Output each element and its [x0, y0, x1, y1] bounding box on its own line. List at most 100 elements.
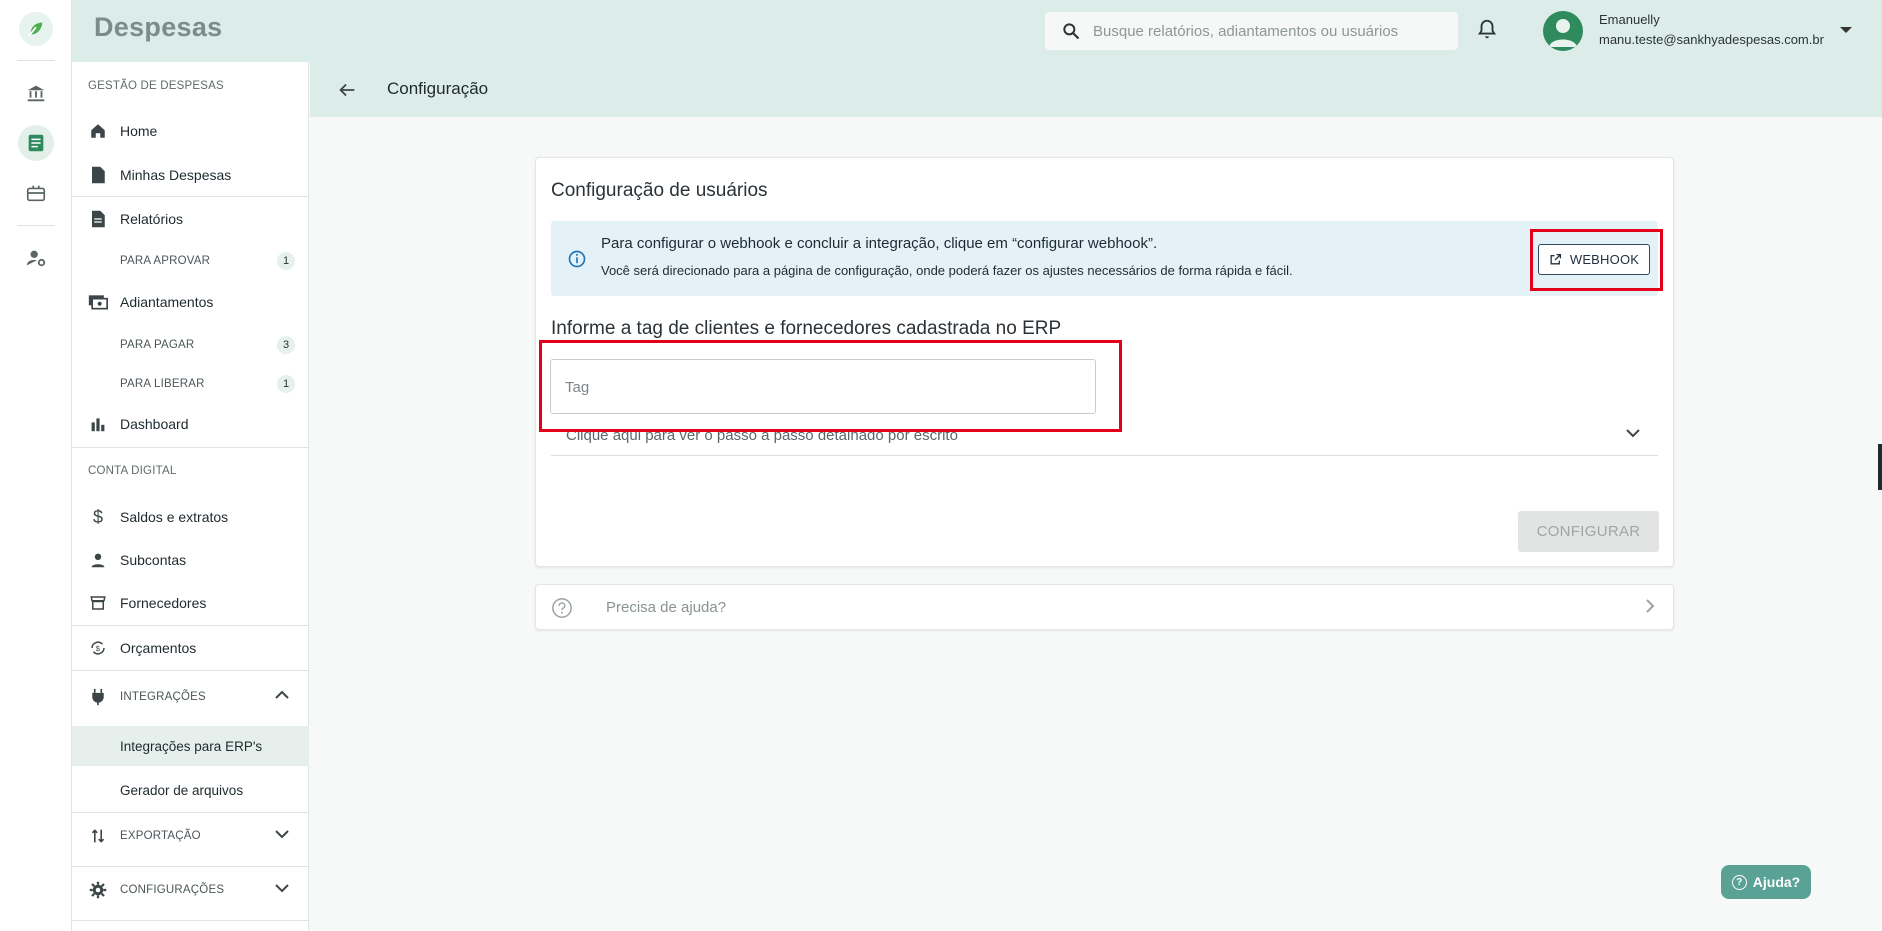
leaf-logo-icon [27, 22, 42, 37]
sidebar-item-label: Adiantamentos [120, 294, 214, 310]
user-settings-icon[interactable] [18, 240, 54, 276]
sidebar-item-budgets[interactable]: $ Orçamentos [72, 628, 309, 668]
help-card[interactable]: Precisa de ajuda? [535, 584, 1674, 630]
sidebar-group-integrations[interactable]: INTEGRAÇÕES [72, 676, 309, 718]
app-brand: Despesas [94, 12, 223, 42]
section-label-account: CONTA DIGITAL [88, 465, 177, 477]
window-edge-handle [1878, 444, 1882, 490]
expenses-list-icon[interactable] [17, 125, 54, 161]
page-header: Configuração [310, 62, 1882, 117]
home-icon [88, 121, 108, 141]
tag-input[interactable]: Tag [550, 359, 1096, 414]
sidebar-group-settings[interactable]: CONFIGURAÇÕES [72, 869, 309, 911]
dollar-icon: $ [92, 506, 103, 527]
webhook-button[interactable]: WEBHOOK [1538, 244, 1650, 275]
sidebar-group-label: CONFIGURAÇÕES [120, 884, 225, 896]
divider [72, 447, 309, 448]
icon-rail [0, 0, 72, 931]
sidebar-group-export[interactable]: EXPORTAÇÃO [72, 815, 309, 857]
sidebar-item-label: Saldos e extratos [120, 509, 229, 525]
sidebar-subitem-to-pay[interactable]: PARA PAGAR 3 [72, 328, 309, 362]
document-icon [88, 209, 108, 229]
configure-button[interactable]: CONFIGURAR [1518, 511, 1659, 552]
person-icon [88, 550, 108, 570]
sidebar-item-label: Minhas Despesas [120, 167, 232, 183]
arrow-back-icon[interactable] [336, 79, 358, 101]
sidebar-item-subaccounts[interactable]: Subcontas [72, 540, 309, 580]
caret-down-icon[interactable] [1840, 27, 1852, 33]
user-name[interactable]: Emanuelly [1599, 12, 1660, 27]
sidebar-subitem-label: PARA APROVAR [120, 255, 211, 267]
sidebar-item-label: Fornecedores [120, 595, 207, 611]
sidebar-item-my-expenses[interactable]: Minhas Despesas [72, 155, 309, 195]
alert-line-2: Você será direcionado para a página de c… [601, 263, 1293, 278]
sidebar-item-dashboard[interactable]: Dashboard [72, 404, 309, 444]
card-title: Configuração de usuários [551, 180, 768, 201]
tag-heading: Informe a tag de clientes e fornecedores… [551, 318, 1062, 339]
alert-line-1: Para configurar o webhook e concluir a i… [601, 235, 1158, 252]
divider [72, 196, 309, 197]
count-badge: 1 [277, 252, 295, 270]
page-title: Configuração [387, 79, 489, 98]
search-placeholder: Busque relatórios, adiantamentos ou usuá… [1093, 22, 1399, 40]
info-icon [568, 250, 586, 268]
sidebar-item-advances[interactable]: Adiantamentos [72, 282, 309, 322]
gear-icon [88, 881, 108, 899]
help-fab-label: Ajuda? [1752, 874, 1801, 890]
search-input[interactable]: Busque relatórios, adiantamentos ou usuá… [1045, 12, 1458, 50]
webhook-button-label: WEBHOOK [1569, 252, 1640, 267]
avatar[interactable] [1543, 11, 1583, 51]
sidebar-subitem-label: Gerador de arquivos [120, 782, 244, 798]
sidebar-group-label: INTEGRAÇÕES [120, 691, 206, 703]
chevron-up-icon [275, 690, 289, 699]
sidebar-subitem-label: PARA LIBERAR [120, 378, 205, 390]
bar-chart-icon [88, 414, 108, 434]
help-fab-button[interactable]: ? Ajuda? [1721, 865, 1811, 899]
sidebar-item-suppliers[interactable]: Fornecedores [72, 583, 309, 623]
sidebar-subitem-label: Integrações para ERP's [120, 738, 263, 754]
divider [72, 920, 309, 921]
plug-icon [88, 688, 108, 706]
sidebar-item-label: Relatórios [120, 211, 184, 227]
count-badge: 3 [277, 336, 295, 354]
sidebar-subitem-file-generator[interactable]: Gerador de arquivos [72, 770, 309, 810]
user-email[interactable]: manu.teste@sankhyadespesas.com.br [1599, 32, 1824, 47]
sidebar-item-home[interactable]: Home [72, 111, 309, 151]
chevron-down-icon [275, 884, 289, 893]
bank-icon[interactable] [18, 75, 54, 111]
chevron-right-icon [1646, 599, 1655, 613]
help-circle-icon [552, 598, 572, 618]
tag-placeholder: Tag [565, 379, 590, 396]
bell-icon[interactable] [1476, 18, 1500, 42]
info-alert: Para configurar o webhook e concluir a i… [551, 221, 1658, 296]
rail-divider [16, 225, 55, 226]
sidebar-item-balances[interactable]: $ Saldos e extratos [72, 497, 309, 537]
chevron-down-icon [275, 830, 289, 839]
divider [72, 625, 309, 626]
card-gift-icon[interactable] [18, 175, 54, 211]
help-label: Precisa de ajuda? [606, 599, 727, 616]
currency-exchange-icon: $ [88, 638, 108, 658]
file-icon [88, 165, 108, 185]
sidebar-group-label: EXPORTAÇÃO [120, 830, 201, 842]
app-logo[interactable] [18, 12, 53, 46]
money-icon [88, 292, 108, 312]
sort-arrows-icon [88, 828, 108, 844]
svg-text:$: $ [96, 644, 101, 653]
divider [72, 812, 309, 813]
sidebar-subitem-label: PARA PAGAR [120, 339, 195, 351]
sidebar-subitem-to-release[interactable]: PARA LIBERAR 1 [72, 367, 309, 401]
sidebar: GESTÃO DE DESPESAS Home Minhas Despesas … [72, 62, 309, 931]
sidebar-subitem-to-approve[interactable]: PARA APROVAR 1 [72, 244, 309, 278]
top-header: Despesas Busque relatórios, adiantamento… [72, 0, 1882, 62]
search-icon [1063, 23, 1080, 40]
sidebar-subitem-erp-integrations[interactable]: Integrações para ERP's [72, 726, 309, 766]
sidebar-item-reports[interactable]: Relatórios [72, 199, 309, 239]
sidebar-item-label: Orçamentos [120, 640, 197, 656]
sidebar-item-label: Home [120, 123, 158, 139]
question-icon: ? [1731, 874, 1747, 890]
sidebar-item-label: Dashboard [120, 416, 189, 432]
section-label-expenses: GESTÃO DE DESPESAS [88, 80, 224, 92]
sidebar-item-label: Subcontas [120, 552, 187, 568]
count-badge: 1 [277, 375, 295, 393]
